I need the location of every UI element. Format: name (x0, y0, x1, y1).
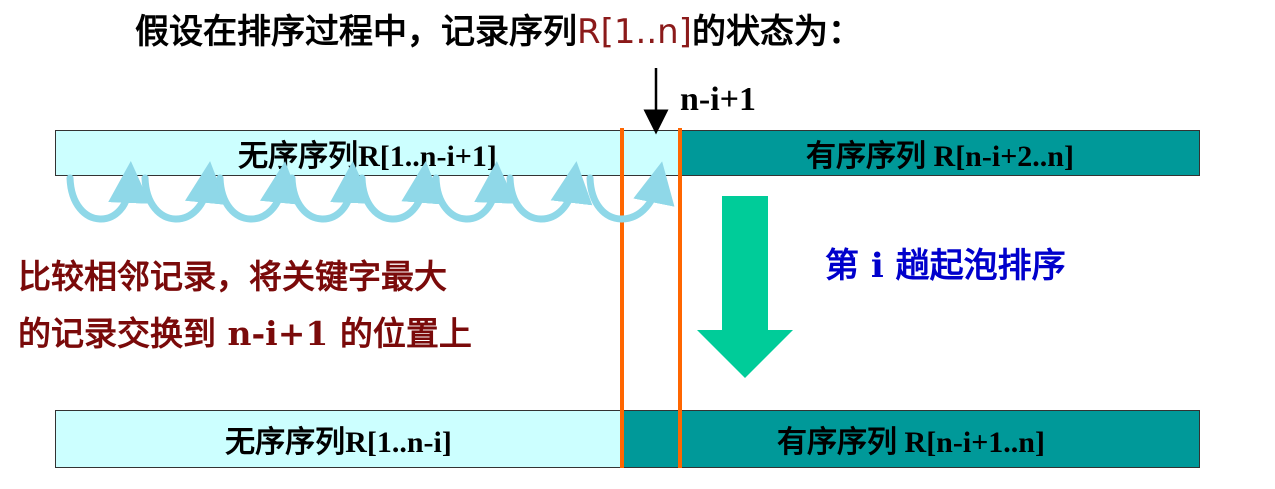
swap-arc-7 (506, 161, 593, 223)
diagram-graphics (66, 68, 793, 468)
transition-arrow (697, 196, 793, 378)
swap-arc-1 (66, 161, 151, 223)
swap-arc-3 (216, 161, 302, 223)
swap-arc-5 (358, 161, 444, 223)
swap-arc-4 (288, 161, 373, 223)
swap-arc-2 (141, 161, 227, 223)
swap-arc-6 (432, 161, 517, 223)
